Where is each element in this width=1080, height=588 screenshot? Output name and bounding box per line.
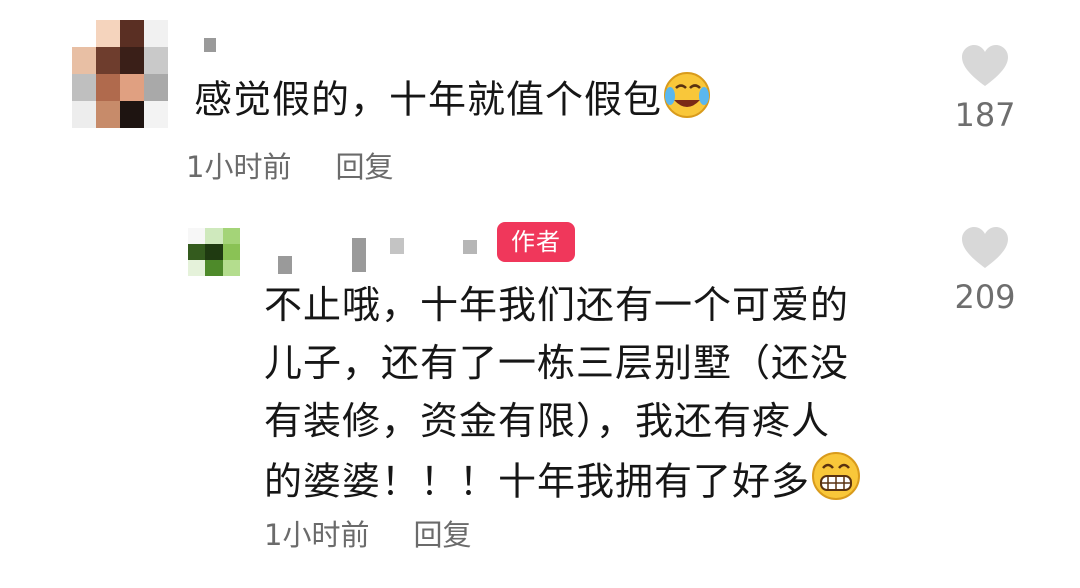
avatar[interactable] — [188, 228, 240, 276]
timestamp: 1小时前 — [186, 150, 292, 184]
comment-text-line: 感觉假的，十年就值个假包 — [194, 77, 663, 122]
username-mosaic[interactable] — [352, 238, 366, 272]
like-heart-icon[interactable] — [960, 44, 1010, 88]
username-mosaic[interactable] — [278, 256, 292, 274]
laughing-crying-emoji — [662, 70, 712, 134]
grinning-emoji — [810, 450, 862, 518]
username-mosaic[interactable] — [390, 238, 404, 254]
comment-meta: 1小时前 回复 — [186, 144, 393, 186]
comment-meta: 1小时前 回复 — [264, 512, 471, 554]
timestamp: 1小时前 — [264, 518, 370, 552]
reply-button[interactable]: 回复 — [335, 144, 393, 186]
reply-button[interactable]: 回复 — [413, 512, 471, 554]
comment-text: 不止哦，十年我们还有一个可爱的 儿子，还有了一栋三层别墅（还没 有装修，资金有限… — [264, 276, 862, 518]
comment-text-line: 儿子，还有了一栋三层别墅（还没 — [264, 341, 850, 385]
username-mosaic[interactable] — [204, 38, 216, 52]
like-heart-icon[interactable] — [960, 226, 1010, 270]
username-mosaic[interactable] — [463, 240, 477, 254]
author-badge: 作者 — [497, 222, 575, 262]
like-count: 187 — [954, 96, 1016, 134]
comment-text: 感觉假的，十年就值个假包 — [194, 70, 712, 134]
comment-text-line: 的婆婆！！！十年我拥有了好多 — [264, 459, 811, 504]
comment-text-line: 不止哦，十年我们还有一个可爱的 — [264, 283, 850, 327]
comment-text-line: 有装修，资金有限），我还有疼人 — [264, 399, 831, 443]
avatar[interactable] — [72, 20, 168, 128]
like-count: 209 — [954, 278, 1016, 316]
